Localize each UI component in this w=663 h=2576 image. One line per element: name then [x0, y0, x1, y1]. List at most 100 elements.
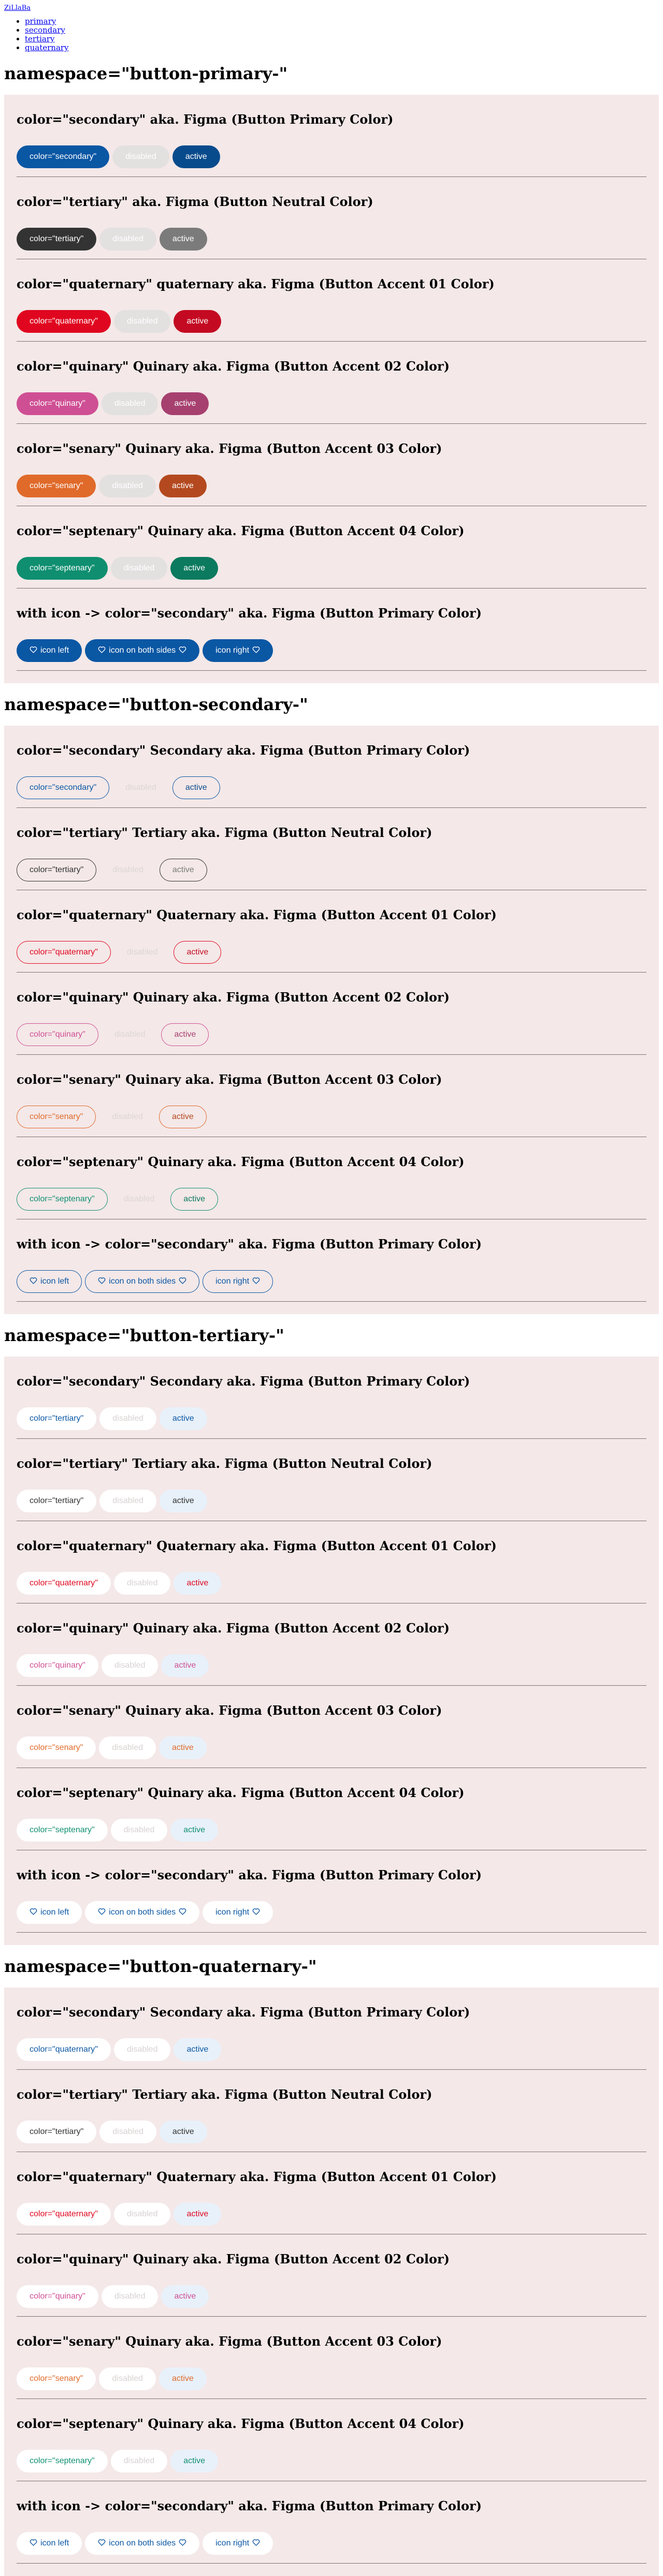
- quinary-button[interactable]: color="quinary": [17, 1654, 98, 1677]
- quinary-button[interactable]: color="quinary": [17, 2285, 98, 2308]
- button-label: disabled: [112, 1414, 143, 1423]
- disabled-button[interactable]: disabled: [112, 145, 169, 168]
- icon-left-button[interactable]: icon left: [17, 639, 82, 662]
- active-button[interactable]: active: [170, 557, 219, 580]
- disabled-button[interactable]: disabled: [99, 1490, 156, 1512]
- icon-right-button[interactable]: icon right: [203, 1901, 273, 1924]
- button-section: color="tertiary" Tertiary aka. Figma (Bu…: [17, 1439, 646, 1521]
- icon-right-button[interactable]: icon right: [203, 1270, 273, 1293]
- disabled-button[interactable]: disabled: [113, 1572, 171, 1595]
- active-button[interactable]: active: [174, 941, 222, 964]
- disabled-button[interactable]: disabled: [113, 2203, 171, 2226]
- active-button[interactable]: active: [159, 1106, 207, 1128]
- disabled-button[interactable]: disabled: [99, 228, 156, 251]
- disabled-button[interactable]: disabled: [113, 2038, 171, 2061]
- tertiary-button[interactable]: color="tertiary": [17, 2121, 97, 2143]
- section-heading: color="quaternary" Quaternary aka. Figma…: [17, 907, 497, 922]
- active-button[interactable]: active: [159, 1490, 207, 1512]
- disabled-button[interactable]: disabled: [99, 1736, 156, 1759]
- disabled-button[interactable]: disabled: [113, 310, 171, 333]
- disabled-button[interactable]: disabled: [99, 2121, 156, 2143]
- quaternary-button[interactable]: color="quaternary": [17, 1572, 111, 1595]
- senary-button[interactable]: color="senary": [17, 1106, 96, 1128]
- active-button[interactable]: active: [161, 1023, 209, 1046]
- disabled-button[interactable]: disabled: [111, 1188, 168, 1211]
- active-button[interactable]: active: [174, 2038, 222, 2061]
- quinary-button[interactable]: color="quinary": [17, 392, 98, 415]
- disabled-button[interactable]: disabled: [102, 1023, 158, 1046]
- active-button[interactable]: active: [161, 392, 209, 415]
- nav-link-secondary[interactable]: secondary: [25, 25, 65, 35]
- disabled-button[interactable]: disabled: [101, 1654, 158, 1677]
- icon-right-button[interactable]: icon right: [203, 639, 273, 662]
- section-heading: color="septenary" Quinary aka. Figma (Bu…: [17, 1785, 465, 1800]
- disabled-button[interactable]: disabled: [99, 1106, 156, 1128]
- heart-icon: [252, 646, 260, 655]
- active-button[interactable]: active: [159, 1736, 207, 1759]
- icon-left-button[interactable]: icon left: [17, 2532, 82, 2555]
- septenary-button[interactable]: color="septenary": [17, 1188, 108, 1211]
- active-button[interactable]: active: [174, 310, 222, 333]
- active-button[interactable]: active: [159, 475, 207, 497]
- nav-link-primary[interactable]: primary: [25, 17, 56, 26]
- top-link[interactable]: ZiLlaBa: [4, 4, 31, 12]
- tertiary-button[interactable]: color="tertiary": [17, 859, 97, 881]
- active-button[interactable]: active: [159, 1407, 207, 1430]
- disabled-button[interactable]: disabled: [99, 2367, 156, 2390]
- disabled-button[interactable]: disabled: [101, 392, 158, 415]
- active-button[interactable]: active: [174, 1572, 222, 1595]
- tertiary-button[interactable]: color="tertiary": [17, 1490, 97, 1512]
- icon-both-sides-button[interactable]: icon on both sides: [85, 1901, 200, 1924]
- active-button[interactable]: active: [159, 2367, 207, 2390]
- disabled-button[interactable]: disabled: [114, 941, 171, 964]
- secondary-button[interactable]: color="quaternary": [17, 2038, 111, 2061]
- button-label: disabled: [112, 481, 143, 490]
- active-button[interactable]: active: [172, 776, 220, 799]
- icon-both-sides-button[interactable]: icon on both sides: [85, 639, 200, 662]
- icon-left-button[interactable]: icon left: [17, 1901, 82, 1924]
- button-row: color="quinary" disabled active: [17, 1654, 646, 1677]
- quaternary-button[interactable]: color="quaternary": [17, 310, 111, 333]
- disabled-button[interactable]: disabled: [110, 2450, 168, 2472]
- active-button[interactable]: active: [159, 228, 207, 251]
- disabled-button[interactable]: disabled: [110, 1819, 168, 1842]
- icon-right-button[interactable]: icon right: [203, 2532, 273, 2555]
- active-button[interactable]: active: [170, 2450, 219, 2472]
- icon-left-button[interactable]: icon left: [17, 1270, 82, 1293]
- nav-link-quaternary[interactable]: quaternary: [25, 43, 69, 52]
- button-label: icon on both sides: [109, 1277, 176, 1286]
- icon-both-sides-button[interactable]: icon on both sides: [85, 1270, 200, 1293]
- active-button[interactable]: active: [161, 2285, 209, 2308]
- active-button[interactable]: active: [174, 2203, 222, 2226]
- septenary-button[interactable]: color="septenary": [17, 2450, 108, 2472]
- icon-both-sides-button[interactable]: icon on both sides: [85, 2532, 200, 2555]
- disabled-button[interactable]: disabled: [99, 859, 156, 881]
- secondary-button[interactable]: color="secondary": [17, 776, 110, 799]
- quaternary-button[interactable]: color="quaternary": [17, 941, 111, 964]
- section-heading: color="quaternary" Quaternary aka. Figma…: [17, 1538, 497, 1553]
- senary-button[interactable]: color="senary": [17, 475, 96, 497]
- senary-button[interactable]: color="senary": [17, 1736, 96, 1759]
- active-button[interactable]: active: [161, 1654, 209, 1677]
- active-button[interactable]: active: [172, 145, 220, 168]
- quaternary-button[interactable]: color="quaternary": [17, 2203, 111, 2226]
- section-heading: color="quinary" Quinary aka. Figma (Butt…: [17, 1621, 450, 1636]
- senary-button[interactable]: color="senary": [17, 2367, 96, 2390]
- disabled-button[interactable]: disabled: [99, 1407, 156, 1430]
- secondary-button[interactable]: color="secondary": [17, 145, 110, 168]
- secondary-button[interactable]: color="tertiary": [17, 1407, 97, 1430]
- active-button[interactable]: active: [159, 859, 207, 881]
- disabled-button[interactable]: disabled: [112, 776, 169, 799]
- namespace-panel: color="secondary" Secondary aka. Figma (…: [4, 1988, 659, 2576]
- disabled-button[interactable]: disabled: [99, 475, 156, 497]
- disabled-button[interactable]: disabled: [110, 557, 168, 580]
- disabled-button[interactable]: disabled: [101, 2285, 158, 2308]
- active-button[interactable]: active: [170, 1819, 219, 1842]
- active-button[interactable]: active: [159, 2121, 207, 2143]
- septenary-button[interactable]: color="septenary": [17, 1819, 108, 1842]
- nav-link-tertiary[interactable]: tertiary: [25, 34, 55, 43]
- tertiary-button[interactable]: color="tertiary": [17, 228, 97, 251]
- active-button[interactable]: active: [170, 1188, 219, 1211]
- septenary-button[interactable]: color="septenary": [17, 557, 108, 580]
- quinary-button[interactable]: color="quinary": [17, 1023, 98, 1046]
